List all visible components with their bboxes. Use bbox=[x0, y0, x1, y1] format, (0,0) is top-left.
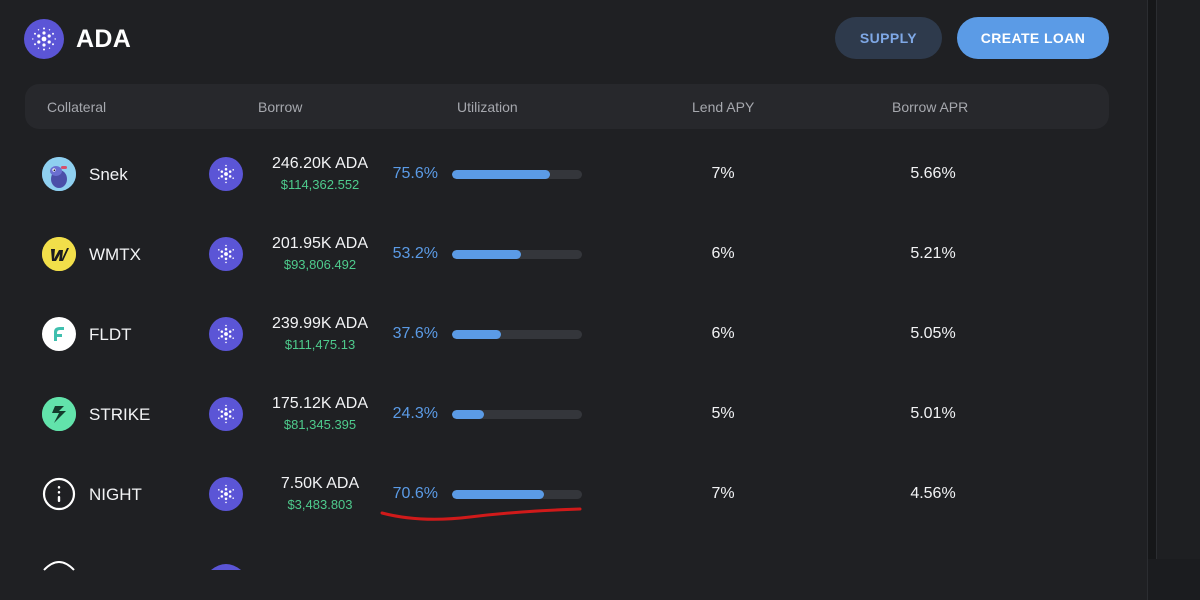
borrow-usd-value: $93,806.492 bbox=[283, 257, 357, 272]
utilization-bar bbox=[452, 170, 582, 179]
borrow-usd-value: $81,345.395 bbox=[283, 417, 357, 432]
ada-icon bbox=[209, 397, 243, 431]
collateral-name: STRIKE bbox=[89, 405, 151, 424]
lend-apy: 5% bbox=[711, 405, 735, 422]
ada-icon bbox=[211, 564, 241, 570]
collateral-name: NIGHT bbox=[89, 485, 142, 504]
collateral-name: Snek bbox=[89, 165, 128, 184]
borrow-apr: 5.05% bbox=[910, 325, 956, 342]
column-borrow-apr[interactable]: Borrow APR bbox=[892, 99, 968, 115]
utilization-bar-fill bbox=[452, 410, 484, 419]
borrow-amount: 7.50K ADA bbox=[280, 475, 360, 492]
utilization-bar bbox=[452, 490, 582, 499]
ada-icon bbox=[209, 237, 243, 271]
panel-gap bbox=[1148, 0, 1156, 559]
utilization-bar-fill bbox=[452, 250, 522, 259]
borrow-apr: 5.66% bbox=[910, 165, 956, 182]
column-borrow[interactable]: Borrow bbox=[258, 99, 302, 115]
coin-icon bbox=[43, 561, 75, 571]
ada-icon bbox=[209, 477, 243, 511]
wmtx-icon bbox=[42, 237, 76, 271]
column-collateral[interactable]: Collateral bbox=[47, 99, 106, 115]
borrow-amount: 175.12K ADA bbox=[271, 395, 369, 412]
utilization-percent: 70.6% bbox=[392, 485, 438, 502]
table-row[interactable]: FLDT 239.99K ADA $111,475.13 37.6% 6% 5.… bbox=[25, 294, 1109, 374]
create-loan-button[interactable]: CREATE LOAN bbox=[957, 17, 1109, 59]
night-icon bbox=[42, 477, 76, 511]
adjacent-panel-edge bbox=[1156, 0, 1200, 559]
borrow-usd-value: $111,475.13 bbox=[284, 337, 356, 352]
strike-icon bbox=[42, 397, 76, 431]
utilization-percent: 75.6% bbox=[392, 165, 438, 182]
utilization-percent: 24.3% bbox=[392, 405, 438, 422]
lend-apy: 6% bbox=[711, 245, 735, 262]
red-annotation-underline bbox=[380, 507, 582, 521]
utilization-bar-fill bbox=[452, 490, 544, 499]
lend-apy: 7% bbox=[711, 165, 735, 182]
ada-icon bbox=[209, 157, 243, 191]
ada-icon bbox=[209, 317, 243, 351]
table-row-partial[interactable] bbox=[25, 548, 1109, 571]
utilization-bar bbox=[452, 410, 582, 419]
utilization-bar-fill bbox=[452, 330, 501, 339]
utilization-bar-fill bbox=[452, 170, 551, 179]
column-lend-apy[interactable]: Lend APY bbox=[692, 99, 754, 115]
borrow-apr: 5.21% bbox=[910, 245, 956, 262]
supply-button[interactable]: SUPPLY bbox=[835, 17, 942, 59]
table-row[interactable]: WMTX 201.95K ADA $93,806.492 53.2% 6% 5.… bbox=[25, 214, 1109, 294]
borrow-apr: 5.01% bbox=[910, 405, 956, 422]
column-utilization[interactable]: Utilization bbox=[457, 99, 518, 115]
borrow-amount: 246.20K ADA bbox=[271, 155, 369, 172]
asset-title: ADA bbox=[76, 25, 132, 53]
collateral-name: WMTX bbox=[89, 245, 141, 264]
utilization-percent: 37.6% bbox=[392, 325, 438, 342]
fldt-icon bbox=[42, 317, 76, 351]
borrow-usd-value: $3,483.803 bbox=[287, 497, 353, 512]
utilization-bar bbox=[452, 330, 582, 339]
ada-logo-icon bbox=[24, 19, 64, 59]
utilization-bar bbox=[452, 250, 582, 259]
table-row[interactable]: STRIKE 175.12K ADA $81,345.395 24.3% 5% … bbox=[25, 374, 1109, 454]
borrow-apr: 4.56% bbox=[910, 485, 956, 502]
lend-apy: 7% bbox=[711, 485, 735, 502]
lend-apy: 6% bbox=[711, 325, 735, 342]
utilization-percent: 53.2% bbox=[392, 245, 438, 262]
snek-icon bbox=[42, 157, 76, 191]
table-row[interactable]: Snek 246.20K ADA $114,362.552 75.6% 7% 5… bbox=[25, 134, 1109, 214]
borrow-amount: 239.99K ADA bbox=[271, 315, 369, 332]
borrow-amount: 201.95K ADA bbox=[271, 235, 369, 252]
borrow-usd-value: $114,362.552 bbox=[280, 177, 360, 192]
collateral-name: FLDT bbox=[89, 325, 132, 344]
table-header: Collateral Borrow Utilization Lend APY B… bbox=[25, 84, 1109, 129]
